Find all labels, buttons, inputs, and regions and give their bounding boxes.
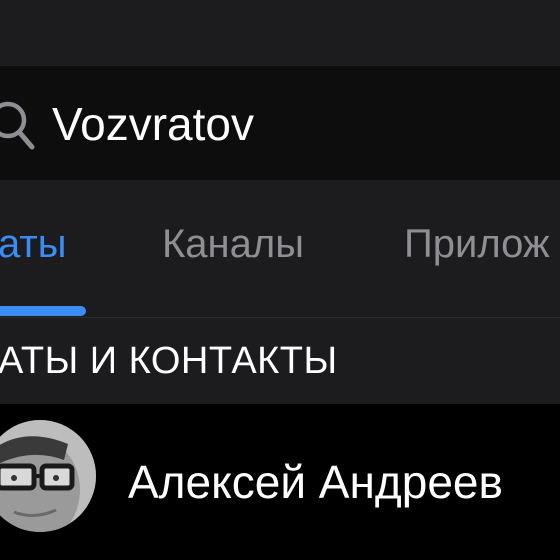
section-title: АТЫ И КОНТАКТЫ (0, 340, 338, 382)
active-tab-indicator (0, 306, 86, 316)
tab-apps[interactable]: Прилож (404, 214, 550, 274)
tab-chats[interactable]: аты (0, 214, 66, 274)
search-icon (0, 98, 38, 154)
contact-name: Алексей Андреев (128, 456, 503, 508)
status-bar-area (0, 0, 560, 66)
tab-channels[interactable]: Каналы (162, 214, 304, 274)
search-input[interactable]: Vozvratov (52, 94, 254, 154)
